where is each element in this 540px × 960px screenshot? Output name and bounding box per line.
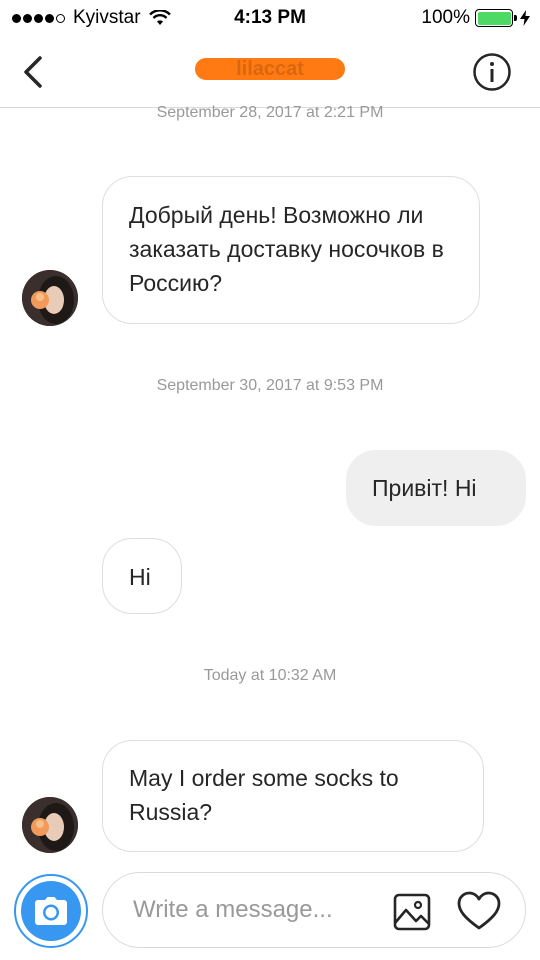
conversation-header: lilaccat bbox=[0, 36, 540, 108]
incoming-message[interactable]: May I order some socks to Russia? bbox=[102, 740, 484, 852]
message-input[interactable] bbox=[133, 891, 373, 929]
info-icon[interactable] bbox=[472, 52, 512, 92]
charging-icon bbox=[520, 10, 530, 26]
gallery-icon[interactable] bbox=[393, 893, 431, 931]
timestamp: Today at 10:32 AM bbox=[203, 667, 337, 684]
battery-icon bbox=[475, 9, 517, 27]
heart-icon[interactable] bbox=[457, 891, 501, 931]
camera-icon bbox=[35, 897, 67, 925]
outgoing-message[interactable]: Привіт! Hi bbox=[346, 450, 526, 526]
avatar[interactable] bbox=[22, 797, 78, 853]
timestamp: September 30, 2017 at 9:53 PM bbox=[156, 377, 384, 394]
status-right: 100% bbox=[421, 7, 530, 29]
message-input-box[interactable] bbox=[102, 872, 526, 948]
status-bar: Kyivstar 4:13 PM 100% bbox=[0, 0, 540, 36]
timestamp: September 28, 2017 at 2:21 PM bbox=[156, 104, 384, 121]
avatar[interactable] bbox=[22, 270, 78, 326]
incoming-message[interactable]: Hi bbox=[102, 538, 182, 614]
camera-button[interactable] bbox=[14, 874, 88, 948]
conversation-title[interactable]: lilaccat bbox=[195, 58, 345, 80]
battery-percent: 100% bbox=[421, 7, 470, 28]
incoming-message[interactable]: Добрый день! Возможно ли заказать достав… bbox=[102, 176, 480, 324]
message-composer bbox=[0, 866, 540, 956]
